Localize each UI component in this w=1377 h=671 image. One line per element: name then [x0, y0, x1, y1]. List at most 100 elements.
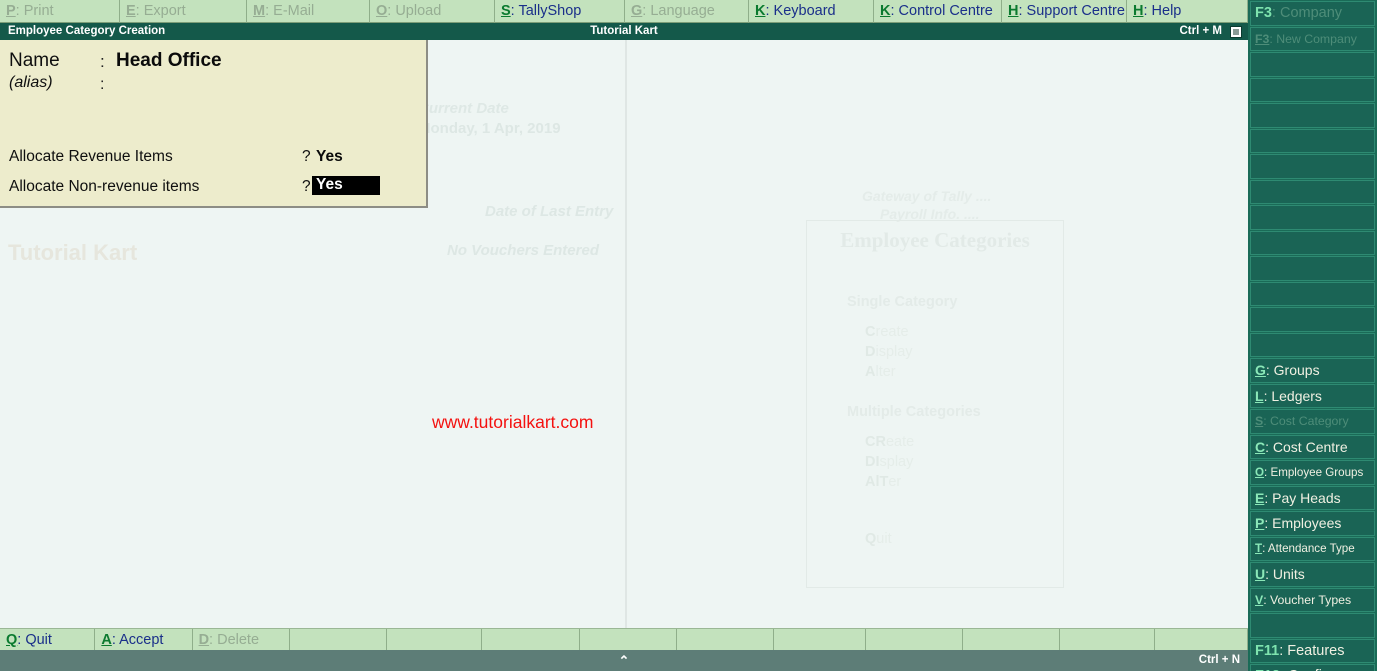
allocate-revenue-items-value[interactable]: Yes: [316, 148, 343, 166]
menu-item-create[interactable]: CReate: [865, 434, 914, 450]
scroll-up-caret-icon[interactable]: ⌃: [619, 653, 630, 669]
hotkey-letter: O: [376, 3, 388, 19]
top-button-bar: P: Print E: Export M: E-Mail O: Upload S: Ta…: [0, 0, 1248, 23]
sidebar-button-employees[interactable]: P: Employees: [1250, 511, 1375, 536]
menu-item-label: er: [888, 474, 902, 490]
menu-title: Employee Categories: [840, 228, 1030, 252]
menu-item-hotkey: DI: [865, 454, 880, 470]
hotkey-letter: O: [1255, 465, 1265, 479]
name-field-label: Name: [9, 50, 60, 71]
top-button-e-mail[interactable]: M: E-Mail: [247, 0, 370, 23]
sidebar-button-groups[interactable]: G: Groups: [1250, 358, 1375, 383]
sidebar-button-cost-centre[interactable]: C: Cost Centre: [1250, 434, 1375, 459]
sidebar-button-blank-13: [1250, 332, 1375, 357]
bottom-button-label: : Accept: [111, 632, 164, 648]
hotkey-letter: S: [1255, 414, 1264, 429]
alias-colon: :: [100, 76, 105, 93]
window-title-bar: Employee Category Creation Tutorial Kart…: [0, 23, 1248, 40]
top-button-help[interactable]: H: Help: [1127, 0, 1248, 23]
menu-item-alter[interactable]: AlTer: [865, 474, 901, 490]
menu-item-label: lter: [875, 364, 896, 380]
sidebar-button-employee-groups[interactable]: O: Employee Groups: [1250, 460, 1375, 485]
sidebar-button-blank-4: [1250, 103, 1375, 128]
top-button-label: : Language: [642, 3, 715, 19]
top-button-keyboard[interactable]: K: Keyboard: [749, 0, 874, 23]
hotkey-letter: C: [1255, 438, 1266, 455]
bottom-button-blank-3: [289, 629, 387, 651]
menu-item-label: uit: [876, 531, 892, 547]
top-button-upload[interactable]: O: Upload: [370, 0, 495, 23]
hotkey-letter: G: [1255, 362, 1266, 379]
bottom-button-bar: Q: Quit A: Accept D: Delete: [0, 628, 1248, 651]
status-bar: ⌃ Ctrl + N: [0, 650, 1248, 671]
sidebar-button-cost-category[interactable]: S: Cost Category: [1250, 409, 1375, 434]
bottom-button-delete[interactable]: D: Delete: [192, 629, 290, 651]
menu-item-display[interactable]: DIsplay: [865, 454, 913, 470]
sidebar-button-blank-9: [1250, 230, 1375, 255]
menu-item-alter[interactable]: Alter: [865, 364, 896, 380]
menu-item-display[interactable]: Display: [865, 344, 913, 360]
hotkey-letter: T: [1255, 542, 1263, 556]
current-date-value: Monday, 1 Apr, 2019: [418, 120, 561, 137]
sidebar-button-blank-8: [1250, 205, 1375, 230]
top-button-label: : TallyShop: [510, 3, 582, 19]
bottom-button-blank-4: [386, 629, 483, 651]
breadcrumb-gateway: Gateway of Tally ....: [862, 188, 992, 204]
sidebar-button-voucher-types[interactable]: V: Voucher Types: [1250, 587, 1375, 612]
sidebar-button-blank-6: [1250, 154, 1375, 179]
hotkey-letter: E: [126, 3, 136, 19]
sidebar-button-configure[interactable]: F12: Configure: [1250, 664, 1375, 671]
menu-item-hotkey: D: [865, 344, 876, 360]
hotkey-letter: F11: [1255, 642, 1280, 659]
sidebar-button-company[interactable]: F3: Company: [1250, 1, 1375, 26]
top-button-control-centre[interactable]: K: Control Centre: [874, 0, 1002, 23]
sidebar-button-label: : Voucher Types: [1263, 592, 1352, 607]
menu-group-multiple-categories: Multiple Categories: [847, 404, 981, 420]
hotkey-letter: H: [1133, 3, 1144, 19]
sidebar-button-blank-12: [1250, 307, 1375, 332]
top-button-export[interactable]: E: Export: [120, 0, 247, 23]
menu-item-label: isplay: [875, 344, 913, 360]
bottom-button-blank-5: [482, 629, 580, 651]
bottom-button-blank-9: [865, 629, 963, 651]
top-button-tallyshop[interactable]: S: TallyShop: [495, 0, 625, 23]
menu-item-quit[interactable]: Quit: [865, 531, 892, 547]
top-button-support-centre[interactable]: H: Support Centre: [1002, 0, 1127, 23]
right-button-panel: F3: Company F3: New Company G: Groups L: Le…: [1248, 0, 1377, 671]
bottom-button-blank-12: [1155, 629, 1248, 651]
sidebar-button-label: : Cost Centre: [1265, 438, 1348, 455]
hotkey-letter: E: [1255, 489, 1265, 506]
bottom-button-quit[interactable]: Q: Quit: [0, 629, 96, 651]
menu-item-create[interactable]: Create: [865, 324, 909, 340]
allocate-nonrevenue-items-value[interactable]: Yes: [312, 176, 380, 195]
sidebar-button-units[interactable]: U: Units: [1250, 562, 1375, 587]
sidebar-button-label: : Cost Category: [1263, 414, 1349, 429]
hotkey-letter: S: [501, 3, 511, 19]
menu-item-label: reate: [875, 324, 909, 340]
minimize-icon[interactable]: [1230, 26, 1242, 38]
current-date-label: Current Date: [418, 100, 509, 117]
hotkey-letter: L: [1255, 387, 1264, 404]
sidebar-button-label: : Groups: [1265, 362, 1320, 379]
name-input[interactable]: Head Office: [116, 50, 222, 72]
bottom-button-accept[interactable]: A: Accept: [95, 629, 193, 651]
menu-group-single-category: Single Category: [847, 294, 958, 310]
top-button-label: : E-Mail: [265, 3, 315, 19]
top-button-print[interactable]: P: Print: [0, 0, 120, 23]
sidebar-button-pay-heads[interactable]: E: Pay Heads: [1250, 485, 1375, 510]
sidebar-button-label: : Company: [1271, 5, 1343, 22]
top-button-label: : Support Centre: [1018, 3, 1125, 19]
sidebar-button-label: : Ledgers: [1263, 387, 1322, 404]
tally-application-window: P: Print E: Export M: E-Mail O: Upload S: Ta…: [0, 0, 1377, 671]
sidebar-button-attendance-type[interactable]: T: Attendance Type: [1250, 536, 1375, 561]
bottom-button-blank-7: [676, 629, 774, 651]
sidebar-button-features[interactable]: F11: Features: [1250, 638, 1375, 663]
vertical-divider: [625, 40, 627, 628]
hotkey-letter: P: [1255, 515, 1265, 532]
sidebar-button-ledgers[interactable]: L: Ledgers: [1250, 383, 1375, 408]
top-button-label: : Print: [15, 3, 54, 19]
top-button-language[interactable]: G: Language: [625, 0, 749, 23]
bottom-button-label: : Delete: [209, 632, 260, 648]
sidebar-button-new-company[interactable]: F3: New Company: [1250, 26, 1375, 51]
employee-categories-menu: Employee Categories Single Category Multi…: [806, 220, 1064, 588]
